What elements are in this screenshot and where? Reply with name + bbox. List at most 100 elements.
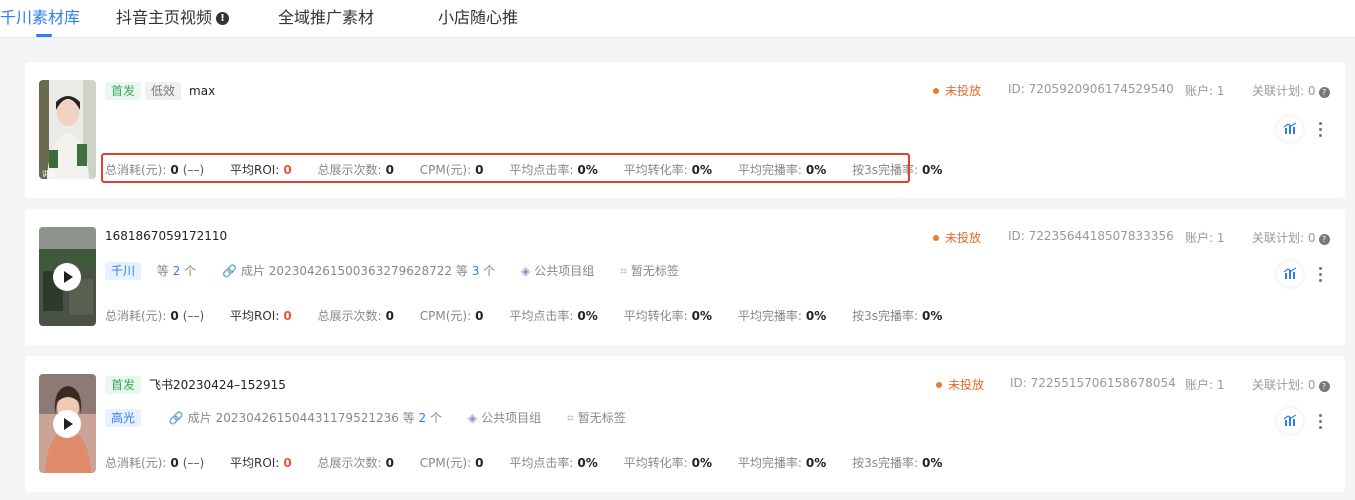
more-menu-button[interactable] <box>1317 121 1323 139</box>
stat-cvr-label: 平均转化率: <box>623 456 688 470</box>
stat-impressions-value: 0 <box>385 456 394 470</box>
stat-completion-3s-value: 0% <box>922 456 943 470</box>
layers-icon: ◈ <box>467 411 478 425</box>
stat-spend: 总消耗(元): 0 (––) <box>105 454 204 471</box>
video-thumbnail[interactable] <box>39 227 96 326</box>
linked-plans: 关联计划: 0? <box>1252 376 1330 393</box>
tag-first-release: 首发 <box>105 376 142 394</box>
label-info[interactable]: ⌗ 暂无标签 <box>567 409 626 426</box>
tab-global-promo[interactable]: 全域推广素材 <box>278 4 374 28</box>
stats-row: 总消耗(元): 0 (––) 平均ROI: 0 总展示次数: 0 CPM(元): 0 平均… <box>105 307 964 324</box>
linked-plans: 关联计划: 0? <box>1252 229 1330 246</box>
video-thumbnail[interactable] <box>39 374 96 473</box>
stat-completion-3s-label: 按3s完播率: <box>852 309 919 323</box>
card-header: 1681867059172110 <box>105 229 227 243</box>
plans-label: 关联计划: <box>1252 378 1305 392</box>
stat-spend: 总消耗(元): 0 (––) <box>105 307 204 324</box>
account-value: 1 <box>1216 378 1225 392</box>
label-info[interactable]: ⌗ 暂无标签 <box>620 262 679 279</box>
stat-roi-label: 平均ROI: <box>229 456 280 470</box>
material-id: ID: 7225515706158678054 <box>1010 376 1176 390</box>
help-icon[interactable]: ? <box>1318 234 1330 245</box>
account-count: 账户: 1 <box>1185 229 1225 246</box>
stat-roi-value: 0 <box>283 456 292 470</box>
stat-completion-3s: 按3s完播率: 0% <box>852 307 942 324</box>
highlight-box <box>101 153 910 183</box>
status-badge: 未投放 <box>933 229 981 246</box>
link-icon: 🔗 <box>222 264 237 278</box>
help-icon[interactable]: ? <box>1318 87 1330 98</box>
stat-cvr-value: 0% <box>691 309 713 323</box>
stat-completion-3s-value: 0% <box>922 163 943 177</box>
play-icon[interactable] <box>53 263 81 291</box>
linked-plans: 关联计划: 0? <box>1252 82 1330 99</box>
material-title: 飞书20230424–152915 <box>149 378 286 392</box>
tab-store-promo[interactable]: 小店随心推 <box>438 4 518 28</box>
stat-cpm-value: 0 <box>475 456 484 470</box>
tab-douyin-videos[interactable]: 抖音主页视频! <box>116 4 230 28</box>
analytics-button[interactable] <box>1277 408 1303 434</box>
stat-spend-value: 0 <box>170 309 179 323</box>
clip-info[interactable]: 🔗 成片 202304261504431179521236 等 2 个 <box>169 409 442 426</box>
status-badge: 未投放 <box>933 82 981 99</box>
stat-ctr: 平均点击率: 0% <box>509 454 597 471</box>
tab-qianchuan-library[interactable]: 千川素材库 <box>0 4 80 28</box>
stat-ctr: 平均点击率: 0% <box>509 307 597 324</box>
stat-completion-3s: 按3s完播率: 0% <box>852 454 942 471</box>
status-dot <box>933 88 939 94</box>
stat-completion-3s-value: 0% <box>922 309 943 323</box>
play-icon[interactable] <box>53 410 81 438</box>
account-value: 1 <box>1216 84 1225 98</box>
status-label: 未投放 <box>945 84 982 98</box>
stat-cpm: CPM(元): 0 <box>420 454 484 471</box>
more-tags[interactable]: 等 2 个 <box>157 262 196 279</box>
warning-icon[interactable]: ! <box>216 12 230 25</box>
thumbnail-image: 讲诉 <box>39 80 96 179</box>
plans-value: 0 <box>1307 378 1316 392</box>
account-count: 账户: 1 <box>1185 376 1225 393</box>
stat-completion-3s-label: 按3s完播率: <box>852 456 919 470</box>
status-dot <box>933 235 939 241</box>
more-menu-button[interactable] <box>1317 266 1323 284</box>
account-count: 账户: 1 <box>1185 82 1225 99</box>
more-tags-count: 2 <box>172 264 181 278</box>
stat-ctr-label: 平均点击率: <box>509 309 574 323</box>
material-id: ID: 7205920906174529540 <box>1008 82 1174 96</box>
tab-douyin-videos-label: 抖音主页视频 <box>116 8 213 27</box>
tab-bar: 千川素材库 抖音主页视频! 全域推广素材 小店随心推 <box>0 0 1355 38</box>
stat-roi: 平均ROI: 0 <box>230 454 292 471</box>
analytics-button[interactable] <box>1277 116 1303 142</box>
layers-icon: ◈ <box>521 264 531 278</box>
stat-cvr-value: 0% <box>691 456 713 470</box>
stat-cpm-value: 0 <box>475 309 484 323</box>
stat-completion-value: 0% <box>805 309 827 323</box>
help-icon[interactable]: ? <box>1318 381 1330 392</box>
material-card: 首发 飞书20230424–152915 高光 🔗 成片 2023042615044… <box>25 356 1345 492</box>
clip-info[interactable]: 🔗 成片 20230426150036327962872​2 等 3 个 <box>222 262 495 279</box>
analytics-button[interactable] <box>1277 261 1303 287</box>
stat-roi: 平均ROI: 0 <box>230 307 292 324</box>
more-tags-suffix: 个 <box>184 264 197 278</box>
more-tags-prefix: 等 <box>156 264 169 278</box>
status-badge: 未投放 <box>936 376 984 393</box>
stat-completion: 平均完播率: 0% <box>738 307 826 324</box>
stat-completion: 平均完播率: 0% <box>738 454 826 471</box>
more-menu-button[interactable] <box>1317 413 1323 431</box>
stat-completion-label: 平均完播率: <box>737 456 802 470</box>
stat-spend-value: 0 <box>170 456 179 470</box>
tag-icon: ⌗ <box>620 264 627 278</box>
bar-chart-icon <box>1283 267 1297 279</box>
material-title: max <box>189 84 216 98</box>
account-label: 账户: <box>1185 84 1214 98</box>
stat-impressions: 总展示次数: 0 <box>318 307 394 324</box>
stat-spend-change: (––) <box>182 309 205 323</box>
material-info-row: 千川 等 2 个 🔗 成片 20230426150036327962872​2 等… <box>105 262 701 280</box>
video-thumbnail[interactable]: 讲诉 <box>39 80 96 179</box>
id-value: 7225515706158678054 <box>1030 376 1176 390</box>
stat-completion-label: 平均完播率: <box>737 309 802 323</box>
clip-etc-count: 2 <box>418 411 427 425</box>
plans-value: 0 <box>1307 84 1316 98</box>
material-card: 讲诉 首发 低效 max 未投放 ID: 7205920906174529540 账… <box>25 62 1345 198</box>
stat-ctr-label: 平均点击率: <box>509 456 574 470</box>
project-group-label: 公共项目组 <box>534 264 595 278</box>
